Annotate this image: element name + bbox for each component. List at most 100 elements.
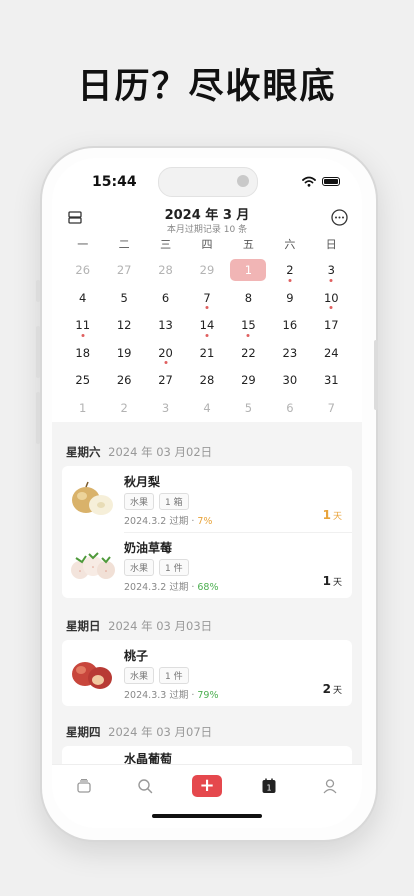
calendar-day[interactable]: 14 [186, 311, 227, 339]
calendar-grid: 26 27 28 29 1 2 3 4 5 6 7 8 9 10 11 12 13 14 15 16 17 18 19 20 2… [62, 256, 352, 421]
tab-inventory[interactable] [68, 773, 100, 799]
day-number: 26 [116, 373, 132, 387]
status-time: 15:44 [92, 174, 137, 190]
days-left-unit: 天 [332, 578, 342, 588]
day-number: 5 [244, 400, 253, 415]
tab-calendar[interactable]: 1 [253, 773, 285, 799]
calendar-day[interactable]: 7 [311, 394, 352, 422]
list-item[interactable]: 秋月梨 水果 1 箱 2024.3.2 过期 · 7% 1天 [62, 466, 352, 532]
calendar-day[interactable]: 25 [62, 366, 103, 394]
days-left-value: 2 [322, 682, 331, 696]
category-tag: 水果 [124, 559, 155, 576]
day-number: 20 [158, 345, 173, 360]
calendar-day[interactable]: 28 [145, 256, 186, 284]
expiry-dot [329, 278, 333, 282]
day-number: 25 [75, 373, 91, 387]
calendar-day-selected[interactable]: 1 [228, 256, 269, 284]
calendar-day[interactable]: 18 [62, 339, 103, 367]
section-header: 星期六 2024 年 03 月02日 [66, 444, 212, 460]
day-number: 27 [116, 263, 132, 277]
list-item[interactable]: 桃子 水果 1 件 2024.3.3 过期 · 79% 2天 [62, 640, 352, 706]
calendar-day[interactable]: 10 [311, 284, 352, 312]
calendar-day[interactable]: 7 [186, 284, 227, 312]
calendar-day[interactable]: 2 [103, 394, 144, 422]
day-number: 21 [199, 345, 215, 360]
calendar-day[interactable]: 3 [311, 256, 352, 284]
calendar-day[interactable]: 6 [145, 284, 186, 312]
day-number: 17 [323, 318, 339, 332]
tab-profile[interactable] [314, 773, 346, 799]
calendar-day[interactable]: 6 [269, 394, 310, 422]
month-expired-summary: 本月过期记录 10 条 [166, 225, 248, 235]
calendar-day[interactable]: 26 [103, 366, 144, 394]
calendar-day[interactable]: 2 [269, 256, 310, 284]
weekday-header-row: 一二三四五六日 [62, 236, 352, 252]
more-options-icon[interactable] [329, 207, 349, 227]
day-number: 19 [116, 345, 132, 360]
calendar-day[interactable]: 29 [228, 366, 269, 394]
day-number: 2 [286, 263, 294, 277]
calendar-day[interactable]: 23 [269, 339, 310, 367]
expiry-dot [205, 306, 209, 309]
day-number: 29 [241, 373, 256, 387]
weekday-label: 三 [160, 238, 172, 251]
calendar-day[interactable]: 17 [311, 311, 352, 339]
days-left: 2天 [323, 682, 342, 696]
day-number: 5 [120, 290, 128, 305]
day-number: 15 [241, 318, 256, 332]
day-number: 6 [286, 400, 294, 415]
svg-text:1: 1 [266, 784, 271, 793]
calendar-day[interactable]: 4 [62, 284, 103, 312]
day-number: 16 [282, 318, 298, 332]
item-tags: 水果 1 箱 [124, 493, 189, 510]
calendar-day[interactable]: 24 [311, 339, 352, 367]
calendar-day[interactable]: 30 [269, 366, 310, 394]
inventory-icon [77, 778, 91, 793]
item-name: 秋月梨 [124, 475, 161, 489]
calendar-day[interactable]: 4 [186, 394, 227, 422]
day-number: 14 [199, 318, 215, 332]
day-number: 28 [199, 373, 215, 387]
calendar-day[interactable]: 27 [145, 366, 186, 394]
calendar-day[interactable]: 31 [311, 366, 352, 394]
calendar-day[interactable]: 29 [186, 256, 227, 284]
day-number: 10 [323, 290, 339, 305]
weekday-label: 一 [77, 238, 89, 251]
calendar-day[interactable]: 1 [62, 394, 103, 422]
calendar-day[interactable]: 19 [103, 339, 144, 367]
calendar-day[interactable]: 5 [228, 394, 269, 422]
expiry-date: 2024.3.2 过期 · [124, 582, 198, 593]
calendar-day[interactable]: 16 [269, 311, 310, 339]
expiry-meta: 2024.3.2 过期 · 7% [124, 513, 212, 527]
day-number: 31 [323, 373, 339, 387]
volume-up-button [36, 326, 40, 378]
calendar-day[interactable]: 5 [103, 284, 144, 312]
section-header: 星期日 2024 年 03 月03日 [66, 618, 212, 634]
calendar-day[interactable]: 22 [228, 339, 269, 367]
weekday-label: 六 [284, 238, 296, 251]
tab-bar: + 1 [52, 764, 362, 828]
calendar-day[interactable]: 21 [186, 339, 227, 367]
day-number: 22 [241, 345, 256, 360]
calendar-day[interactable]: 9 [269, 284, 310, 312]
days-left: 1天 [323, 508, 342, 522]
calendar-day[interactable]: 28 [186, 366, 227, 394]
tab-add[interactable]: + [191, 773, 223, 799]
calendar-day[interactable]: 11 [62, 311, 103, 339]
category-tag: 水果 [124, 667, 155, 684]
list-item[interactable]: 奶油草莓 水果 1 件 2024.3.2 过期 · 68% 1天 [62, 532, 352, 598]
calendar-day[interactable]: 15 [228, 311, 269, 339]
pear-icon [72, 481, 113, 515]
calendar-icon: 1 [262, 778, 276, 793]
calendar-day[interactable]: 3 [145, 394, 186, 422]
calendar-day[interactable]: 27 [103, 256, 144, 284]
expiry-dot [164, 361, 168, 364]
calendar-day[interactable]: 8 [228, 284, 269, 312]
tab-search[interactable] [129, 773, 161, 799]
calendar-day[interactable]: 26 [62, 256, 103, 284]
calendar-day[interactable]: 13 [145, 311, 186, 339]
month-title[interactable]: 2024 年 3 月 [52, 204, 362, 223]
profile-icon [323, 779, 337, 794]
calendar-day[interactable]: 20 [145, 339, 186, 367]
calendar-day[interactable]: 12 [103, 311, 144, 339]
